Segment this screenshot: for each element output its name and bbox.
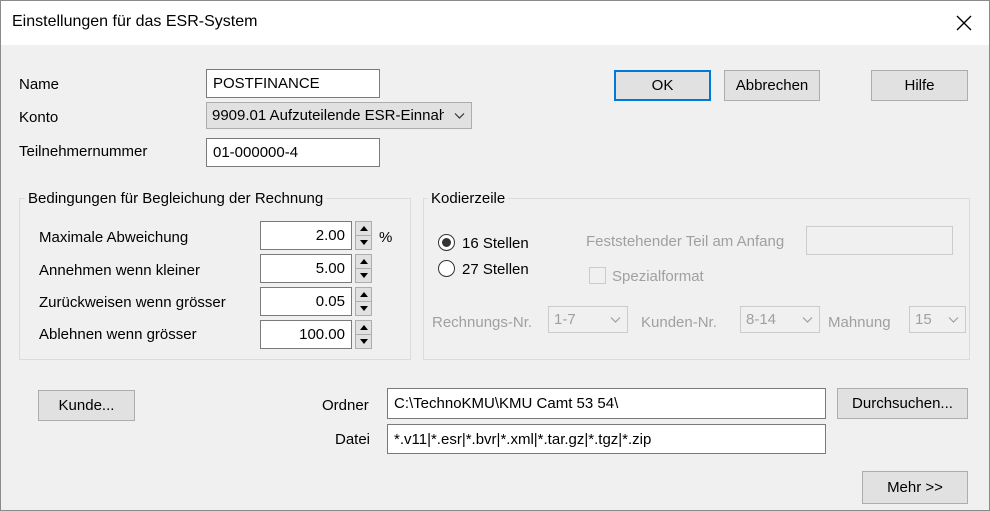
radio-27-stellen[interactable] — [438, 260, 455, 277]
name-input[interactable]: POSTFINANCE — [206, 69, 380, 98]
name-label: Name — [19, 76, 60, 93]
spin-up-button[interactable] — [355, 254, 372, 269]
ok-button[interactable]: OK — [614, 70, 711, 101]
browse-button[interactable]: Durchsuchen... — [837, 388, 968, 419]
mahnung-label: Mahnung — [828, 314, 891, 331]
conditions-group-title: Bedingungen für Begleichung der Rechnung — [25, 190, 327, 207]
condition-input-max[interactable]: 2.00 — [260, 221, 352, 250]
radio-16-label: 16 Stellen — [462, 235, 529, 252]
rechnung-select[interactable]: 1-7 — [548, 306, 628, 333]
arrow-down-icon — [359, 339, 368, 344]
fixed-part-label: Feststehender Teil am Anfang — [586, 233, 785, 250]
radio-selected-dot — [442, 238, 451, 247]
kunde-button[interactable]: Kunde... — [38, 390, 135, 421]
cancel-button[interactable]: Abbrechen — [724, 70, 820, 101]
condition-label-max: Maximale Abweichung — [39, 229, 189, 246]
arrow-up-icon — [359, 226, 368, 231]
spin-up-button[interactable] — [355, 221, 372, 236]
condition-label-accept: Annehmen wenn kleiner — [39, 262, 200, 279]
arrow-down-icon — [359, 273, 368, 278]
close-button[interactable] — [944, 8, 984, 38]
kunden-select-value: 8-14 — [746, 311, 777, 328]
spin-down-button[interactable] — [355, 302, 372, 316]
spezialformat-label: Spezialformat — [612, 268, 704, 285]
arrow-down-icon — [359, 306, 368, 311]
condition-label-decline: Ablehnen wenn grösser — [39, 326, 197, 343]
kodierzeile-group-title: Kodierzeile — [428, 190, 509, 207]
spin-down-button[interactable] — [355, 236, 372, 250]
kunden-select[interactable]: 8-14 — [740, 306, 820, 333]
close-icon — [956, 15, 972, 31]
datei-label: Datei — [335, 431, 371, 448]
spezialformat-checkbox[interactable] — [589, 267, 606, 284]
arrow-up-icon — [359, 259, 368, 264]
rechnung-select-value: 1-7 — [554, 311, 576, 328]
mahnung-select[interactable]: 15 — [909, 306, 966, 333]
condition-input-reject[interactable]: 0.05 — [260, 287, 352, 316]
konto-select-value: 9909.01 Aufzuteilende ESR-Einnahmen — [212, 107, 444, 124]
konto-label: Konto — [19, 109, 59, 126]
rechnung-label: Rechnungs-Nr. — [432, 314, 533, 331]
teilnehmer-label: Teilnehmernummer — [19, 143, 148, 160]
condition-spinner-accept[interactable] — [355, 254, 372, 283]
chevron-down-icon — [802, 316, 813, 323]
mahnung-select-value: 15 — [915, 311, 932, 328]
more-button[interactable]: Mehr >> — [862, 471, 968, 504]
chevron-down-icon — [610, 316, 621, 323]
ordner-input[interactable]: C:\TechnoKMU\KMU Camt 53 54\ — [387, 388, 826, 419]
arrow-up-icon — [359, 292, 368, 297]
condition-spinner-max[interactable] — [355, 221, 372, 250]
arrow-down-icon — [359, 240, 368, 245]
percent-unit: % — [379, 229, 393, 246]
datei-input[interactable]: *.v11|*.esr|*.bvr|*.xml|*.tar.gz|*.tgz|*… — [387, 424, 826, 454]
konto-select[interactable]: 9909.01 Aufzuteilende ESR-Einnahmen — [206, 102, 472, 129]
condition-spinner-reject[interactable] — [355, 287, 372, 316]
arrow-up-icon — [359, 325, 368, 330]
condition-label-reject: Zurückweisen wenn grösser — [39, 294, 226, 311]
ordner-label: Ordner — [322, 397, 369, 414]
kunden-label: Kunden-Nr. — [641, 314, 717, 331]
condition-input-decline[interactable]: 100.00 — [260, 320, 352, 349]
spin-down-button[interactable] — [355, 269, 372, 283]
spin-up-button[interactable] — [355, 287, 372, 302]
fixed-part-input[interactable] — [806, 226, 953, 255]
radio-16-stellen[interactable] — [438, 234, 455, 251]
help-button[interactable]: Hilfe — [871, 70, 968, 101]
radio-27-label: 27 Stellen — [462, 261, 529, 278]
teilnehmer-input[interactable]: 01-000000-4 — [206, 138, 380, 167]
condition-input-accept[interactable]: 5.00 — [260, 254, 352, 283]
condition-spinner-decline[interactable] — [355, 320, 372, 349]
chevron-down-icon — [948, 316, 959, 323]
spin-down-button[interactable] — [355, 335, 372, 349]
window-title: Einstellungen für das ESR-System — [12, 13, 258, 30]
chevron-down-icon — [454, 112, 465, 119]
spin-up-button[interactable] — [355, 320, 372, 335]
